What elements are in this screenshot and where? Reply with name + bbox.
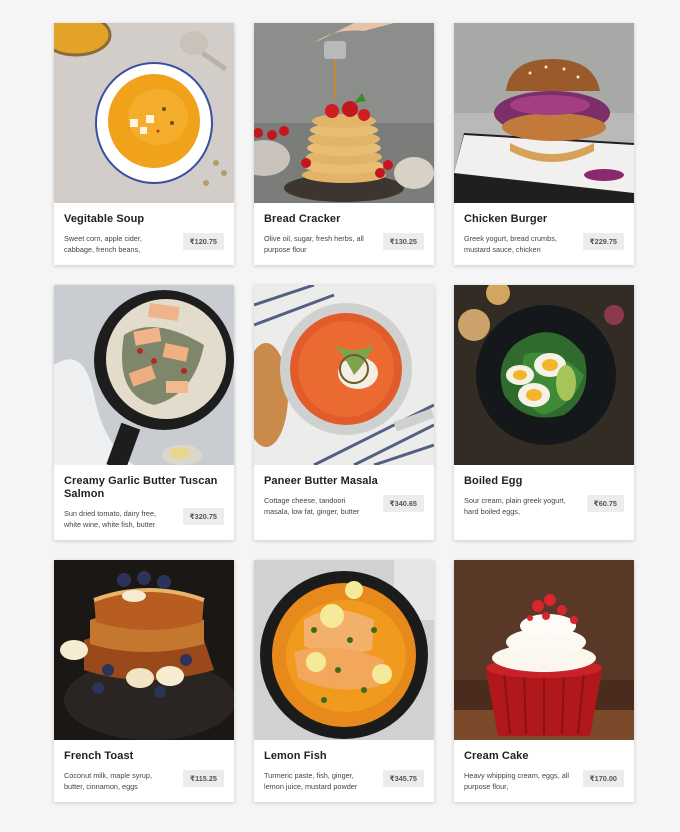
- menu-card-french-toast[interactable]: French Toast Coconut milk, maple syrup, …: [54, 560, 234, 802]
- price-badge: ₹170.00: [582, 770, 624, 787]
- item-title: Vegitable Soup: [64, 213, 145, 225]
- item-description: Sun dried tomato, dairy free, white wine…: [64, 509, 157, 529]
- item-description: Greek yogurt, bread crumbs, mustard sauc…: [464, 234, 557, 254]
- item-title: Creamy Garlic Butter Tuscan Salmon: [64, 475, 218, 500]
- price-badge: ₹340.65: [382, 495, 424, 512]
- price-badge: ₹130.25: [382, 233, 424, 250]
- price-badge: ₹120.75: [182, 233, 224, 250]
- menu-card-bread-cracker[interactable]: Bread Cracker Olive oil, sugar, fresh he…: [254, 23, 434, 265]
- pancake-stack-icon: [254, 23, 434, 203]
- price-badge: ₹229.75: [582, 233, 624, 250]
- curry-bowl-icon: [254, 285, 434, 465]
- price-badge: ₹320.75: [182, 508, 224, 525]
- price-badge: ₹115.25: [183, 770, 224, 787]
- item-description: Olive oil, sugar, fresh herbs, all purpo…: [264, 234, 364, 254]
- item-title: Chicken Burger: [464, 213, 548, 225]
- item-description: Cottage cheese, tandoori masala, low fat…: [264, 496, 360, 516]
- cupcake-icon: [454, 560, 634, 740]
- item-description: Sour cream, plain greek yogurt, hard boi…: [464, 496, 566, 516]
- burger-icon: [454, 23, 634, 203]
- item-title: French Toast: [64, 750, 134, 762]
- lemon-fish-pan-icon: [254, 560, 434, 740]
- menu-card-chicken-burger[interactable]: Chicken Burger Greek yogurt, bread crumb…: [454, 23, 634, 265]
- item-title: Cream Cake: [464, 750, 529, 762]
- item-title: Boiled Egg: [464, 475, 523, 487]
- salmon-skillet-icon: [54, 285, 234, 465]
- item-title: Lemon Fish: [264, 750, 327, 762]
- menu-card-vegitable-soup[interactable]: Vegitable Soup Sweet corn, apple cider, …: [54, 23, 234, 265]
- french-toast-icon: [54, 560, 234, 740]
- item-title: Bread Cracker: [264, 213, 341, 225]
- item-description: Heavy whipping cream, eggs, all purpose …: [464, 771, 570, 791]
- menu-card-lemon-fish[interactable]: Lemon Fish Turmeric paste, fish, ginger,…: [254, 560, 434, 802]
- menu-card-boiled-egg[interactable]: Boiled Egg Sour cream, plain greek yogur…: [454, 285, 634, 540]
- pumpkin-soup-icon: [54, 23, 234, 203]
- item-description: Coconut milk, maple syrup, butter, cinna…: [64, 771, 153, 791]
- item-description: Turmeric paste, fish, ginger, lemon juic…: [264, 771, 358, 791]
- price-badge: ₹60.75: [586, 495, 624, 512]
- item-title: Paneer Butter Masala: [264, 475, 378, 487]
- item-description: Sweet corn, apple cider, cabbage, french…: [64, 234, 142, 254]
- menu-card-tuscan-salmon[interactable]: Creamy Garlic Butter Tuscan Salmon Sun d…: [54, 285, 234, 540]
- menu-card-cream-cake[interactable]: Cream Cake Heavy whipping cream, eggs, a…: [454, 560, 634, 802]
- menu-card-paneer-butter-masala[interactable]: Paneer Butter Masala Cottage cheese, tan…: [254, 285, 434, 540]
- boiled-egg-plate-icon: [454, 285, 634, 465]
- price-badge: ₹345.75: [382, 770, 424, 787]
